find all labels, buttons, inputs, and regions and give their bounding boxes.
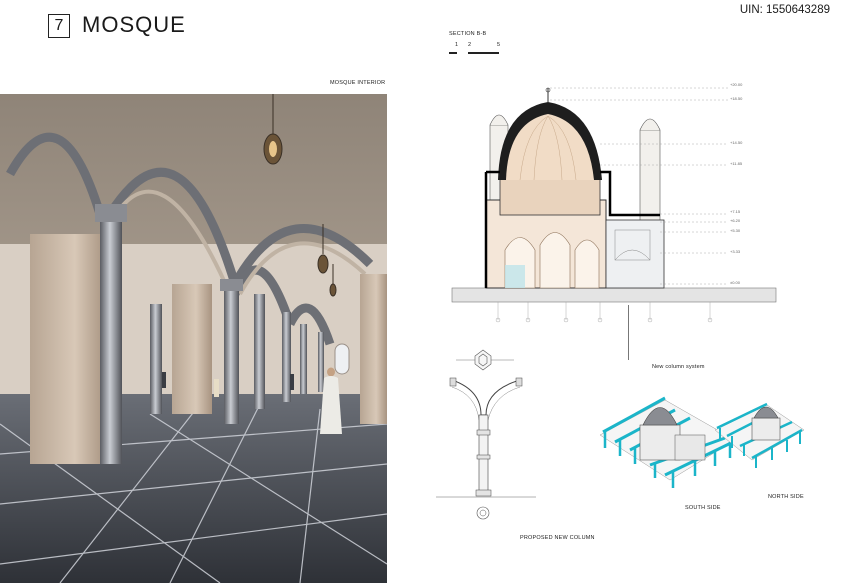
- uin-label: UIN: 1550643289: [739, 4, 830, 16]
- scale-label-1: 1: [455, 42, 459, 48]
- north-axo: [712, 400, 807, 480]
- scale-label-5: 5: [497, 42, 501, 48]
- level-label: ±0.00: [730, 280, 740, 285]
- level-label: +14.50: [730, 140, 743, 145]
- north-side-label: NORTH SIDE: [768, 494, 804, 500]
- scale-bar: 1 2 5: [449, 40, 519, 60]
- leader-line: [628, 305, 629, 360]
- section-drawing: +20.00 +18.50 +14.50 +11.85 +7.15 +6.20 …: [450, 80, 780, 325]
- column-caption: PROPOSED NEW COLUMN: [520, 535, 595, 541]
- interior-caption: MOSQUE INTERIOR: [330, 80, 386, 86]
- level-label: +3.33: [730, 249, 741, 254]
- south-side-label: SOUTH SIDE: [685, 505, 721, 511]
- level-label: +11.85: [730, 161, 743, 166]
- level-label: +18.50: [730, 96, 743, 101]
- level-label: +6.20: [730, 218, 741, 223]
- mosque-interior-render: [0, 94, 387, 583]
- level-label: +20.00: [730, 82, 743, 87]
- section-title: SECTION B-B: [449, 31, 487, 37]
- panel-number: 7: [48, 14, 70, 38]
- page-title: MOSQUE: [82, 12, 186, 37]
- level-label: +7.15: [730, 209, 741, 214]
- scale-label-2: 2: [468, 42, 472, 48]
- column-drawing: [436, 345, 536, 525]
- level-label: +5.30: [730, 228, 741, 233]
